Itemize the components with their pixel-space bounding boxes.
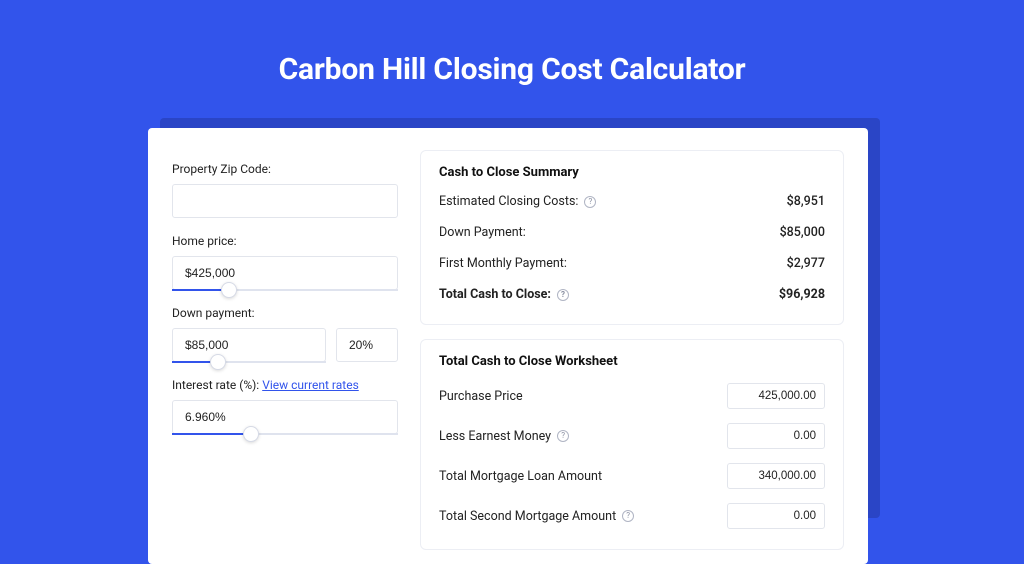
interest-input-wrap	[172, 400, 398, 434]
home-price-input-wrap	[172, 256, 398, 290]
home-price-slider[interactable]	[172, 289, 398, 291]
summary-title: Cash to Close Summary	[439, 165, 825, 180]
interest-label: Interest rate (%): View current rates	[172, 378, 398, 392]
zip-input-wrap	[172, 184, 398, 218]
down-payment-pct-input[interactable]	[336, 328, 398, 362]
worksheet-row-label: Total Second Mortgage Amount	[439, 509, 616, 524]
calculator-card: Property Zip Code: Home price: Down paym…	[148, 128, 868, 564]
summary-panel: Cash to Close Summary Estimated Closing …	[420, 150, 844, 325]
worksheet-row-purchase-price: Purchase Price	[439, 383, 825, 409]
interest-slider-thumb[interactable]	[243, 426, 259, 442]
page-title: Carbon Hill Closing Cost Calculator	[0, 0, 1024, 117]
down-payment-slider-thumb[interactable]	[210, 354, 226, 370]
down-payment-pct-wrap	[336, 328, 398, 362]
worksheet-row-input[interactable]	[727, 503, 825, 529]
summary-row-label: First Monthly Payment:	[439, 256, 567, 271]
worksheet-row-input[interactable]	[727, 383, 825, 409]
worksheet-row-label: Purchase Price	[439, 389, 523, 404]
worksheet-row-earnest-money: Less Earnest Money ?	[439, 423, 825, 449]
home-price-slider-thumb[interactable]	[221, 282, 237, 298]
interest-input[interactable]	[172, 400, 398, 434]
worksheet-row-mortgage-amount: Total Mortgage Loan Amount	[439, 463, 825, 489]
summary-total-label: Total Cash to Close:	[439, 287, 551, 302]
summary-row-first-payment: First Monthly Payment: $2,977	[439, 256, 825, 271]
help-icon[interactable]: ?	[584, 196, 596, 208]
down-payment-slider[interactable]	[172, 361, 326, 363]
worksheet-row-input[interactable]	[727, 423, 825, 449]
summary-row-down-payment: Down Payment: $85,000	[439, 225, 825, 240]
help-icon[interactable]: ?	[557, 430, 569, 442]
results-column: Cash to Close Summary Estimated Closing …	[420, 150, 844, 564]
worksheet-row-input[interactable]	[727, 463, 825, 489]
worksheet-row-second-mortgage: Total Second Mortgage Amount ?	[439, 503, 825, 529]
home-price-input[interactable]	[172, 256, 398, 290]
worksheet-row-label: Less Earnest Money	[439, 429, 551, 444]
down-payment-row	[172, 328, 398, 362]
worksheet-title: Total Cash to Close Worksheet	[439, 354, 825, 369]
summary-row-label: Down Payment:	[439, 225, 526, 240]
summary-total-value: $96,928	[779, 287, 825, 302]
summary-row-closing-costs: Estimated Closing Costs: ? $8,951	[439, 194, 825, 209]
down-payment-label: Down payment:	[172, 306, 398, 320]
down-payment-input[interactable]	[172, 328, 326, 362]
worksheet-panel: Total Cash to Close Worksheet Purchase P…	[420, 339, 844, 550]
home-price-label: Home price:	[172, 234, 398, 248]
summary-row-value: $8,951	[787, 194, 825, 209]
summary-row-value: $85,000	[780, 225, 825, 240]
help-icon[interactable]: ?	[557, 289, 569, 301]
zip-label: Property Zip Code:	[172, 162, 398, 176]
inputs-column: Property Zip Code: Home price: Down paym…	[172, 150, 398, 564]
worksheet-row-label: Total Mortgage Loan Amount	[439, 469, 602, 484]
summary-row-total: Total Cash to Close: ? $96,928	[439, 287, 825, 302]
summary-row-label: Estimated Closing Costs:	[439, 194, 578, 209]
interest-label-text: Interest rate (%):	[172, 378, 262, 392]
view-rates-link[interactable]: View current rates	[262, 378, 359, 392]
interest-slider-fill	[172, 433, 251, 435]
down-payment-input-wrap	[172, 328, 326, 362]
summary-row-value: $2,977	[787, 256, 825, 271]
zip-input[interactable]	[172, 184, 398, 218]
interest-slider[interactable]	[172, 433, 398, 435]
